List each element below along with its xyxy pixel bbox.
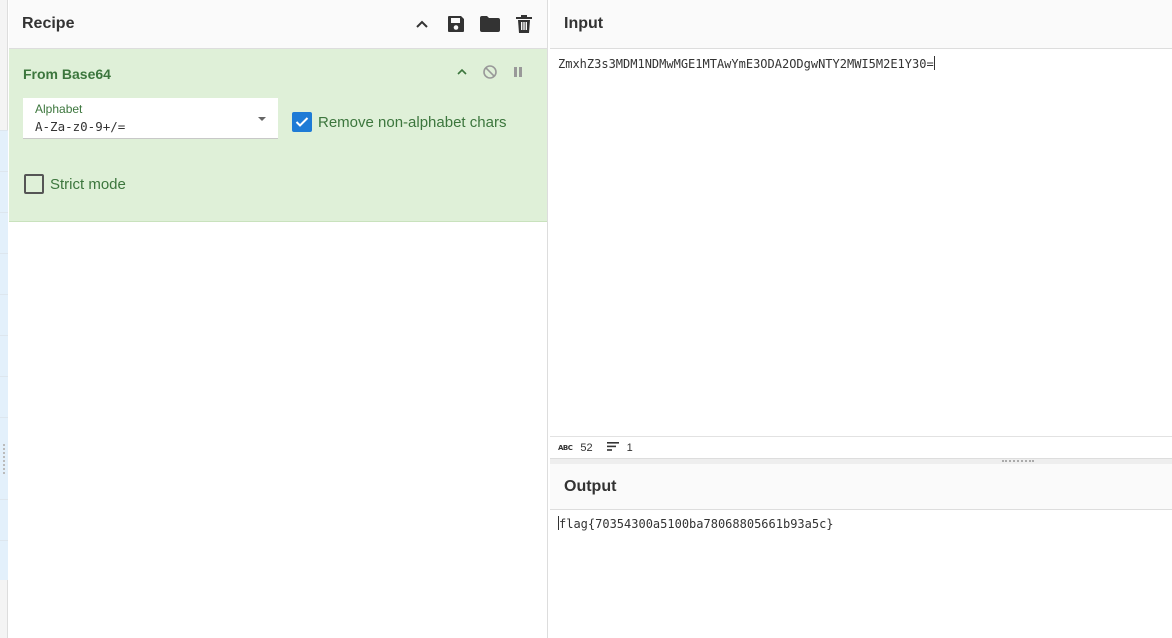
caret-down-icon <box>258 117 266 121</box>
operation-title: From Base64 <box>23 66 111 82</box>
output-text: flag{70354300a5100ba78068805661b93a5c} <box>558 516 834 531</box>
input-status-bar: ABC 52 1 <box>550 436 1172 458</box>
alphabet-value: A-Za-z0-9+/= <box>35 119 126 134</box>
divider <box>0 417 8 418</box>
operation-controls <box>453 63 527 81</box>
strict-mode-label: Strict mode <box>50 175 126 193</box>
output-title: Output <box>564 477 617 495</box>
io-panel: Input ZmxhZ3s3MDM1NDMwMGE1MTAwYmE3ODA2OD… <box>550 0 1172 638</box>
alphabet-label: Alphabet <box>35 102 83 116</box>
abc-icon: ABC <box>558 443 573 452</box>
divider <box>0 212 8 213</box>
recipe-header: Recipe <box>9 0 547 49</box>
pause-icon[interactable] <box>509 63 527 81</box>
checkbox-unchecked-icon[interactable] <box>24 174 44 194</box>
recipe-panel: Recipe From Base64 Alphabet A-Za-z0-9+/=… <box>9 0 548 638</box>
input-text: ZmxhZ3s3MDM1NDMwMGE1MTAwYmE3ODA2ODgwNTY2… <box>558 56 935 71</box>
alphabet-select[interactable]: Alphabet A-Za-z0-9+/= <box>23 98 278 139</box>
trash-icon[interactable] <box>514 14 534 34</box>
divider <box>0 499 8 500</box>
divider <box>0 130 8 131</box>
divider <box>0 253 8 254</box>
text-cursor <box>933 56 935 70</box>
divider <box>0 171 8 172</box>
operation-from-base64[interactable]: From Base64 Alphabet A-Za-z0-9+/= Remove… <box>9 49 547 222</box>
operations-highlight <box>0 130 8 580</box>
lines-value: 1 <box>626 441 633 454</box>
save-icon[interactable] <box>446 14 466 34</box>
lines-stat: 1 <box>606 441 633 454</box>
recipe-toolbar <box>412 14 534 34</box>
input-value: ZmxhZ3s3MDM1NDMwMGE1MTAwYmE3ODA2ODgwNTY2… <box>558 57 934 71</box>
cyberchef-window: Recipe From Base64 Alphabet A-Za-z0-9+/=… <box>0 0 1172 638</box>
operations-panel-edge <box>0 0 8 638</box>
strict-mode-checkbox[interactable]: Strict mode <box>24 174 126 194</box>
divider <box>0 335 8 336</box>
splitter-grip[interactable] <box>1002 460 1034 462</box>
remove-non-alphabet-label: Remove non-alphabet chars <box>318 113 507 131</box>
folder-icon[interactable] <box>480 14 500 34</box>
output-header: Output <box>550 464 1172 510</box>
remove-non-alphabet-checkbox[interactable]: Remove non-alphabet chars <box>292 112 506 132</box>
input-textarea[interactable]: ZmxhZ3s3MDM1NDMwMGE1MTAwYmE3ODA2ODgwNTY2… <box>550 49 1172 436</box>
lines-icon <box>606 441 619 454</box>
output-textarea[interactable]: flag{70354300a5100ba78068805661b93a5c} <box>550 510 1172 638</box>
length-stat: ABC 52 <box>558 442 593 454</box>
divider <box>0 376 8 377</box>
checkbox-checked-icon[interactable] <box>292 112 312 132</box>
resize-handle[interactable] <box>3 444 5 474</box>
output-value: flag{70354300a5100ba78068805661b93a5c} <box>559 517 834 531</box>
chevron-up-icon[interactable] <box>412 14 432 34</box>
input-header: Input <box>550 0 1172 49</box>
chevron-up-icon[interactable] <box>453 63 471 81</box>
divider <box>0 540 8 541</box>
length-value: 52 <box>580 441 593 454</box>
input-title: Input <box>564 15 604 32</box>
divider <box>0 294 8 295</box>
disable-icon[interactable] <box>481 63 499 81</box>
recipe-title: Recipe <box>22 15 75 32</box>
